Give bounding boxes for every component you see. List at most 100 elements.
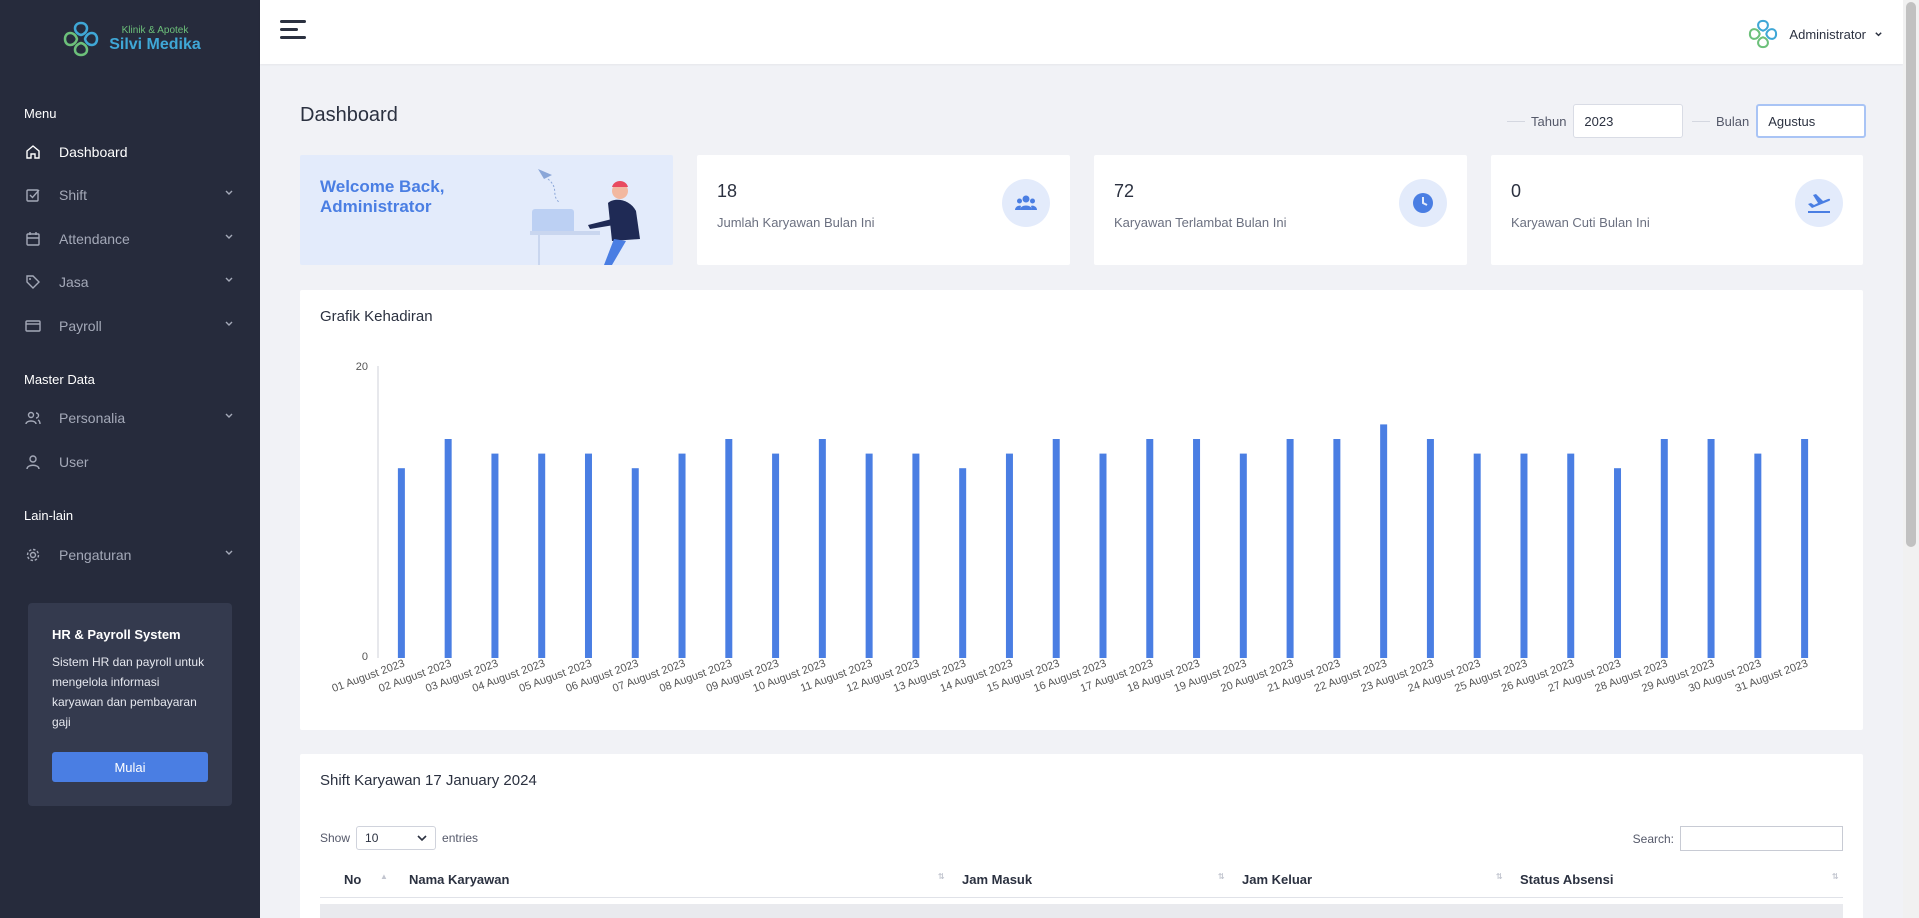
sidebar-item-dashboard[interactable]: Dashboard [0, 132, 260, 172]
home-icon [24, 143, 42, 161]
show-label: Show [320, 831, 351, 845]
user-name: Administrator [1789, 26, 1866, 42]
sidebar-item-payroll[interactable]: Payroll [0, 306, 260, 346]
chart-bar[interactable] [1005, 453, 1013, 658]
month-label: Bulan [1716, 113, 1750, 129]
chart-bar[interactable] [1146, 439, 1154, 658]
chart-bar[interactable] [725, 439, 733, 658]
chart-bar[interactable] [584, 453, 592, 658]
chart-bar[interactable] [678, 453, 686, 658]
shift-table-card: Shift Karyawan 17 January 2024 Show 10 e… [300, 754, 1863, 918]
chart-bar[interactable] [1473, 453, 1481, 658]
welcome-line-2: Administrator [320, 197, 432, 216]
stat-card-leave: 0 Karyawan Cuti Bulan Ini [1491, 155, 1863, 265]
search-input[interactable] [1680, 826, 1843, 851]
sidebar-item-jasa[interactable]: Jasa [0, 262, 260, 302]
entries-value: 10 [365, 831, 379, 845]
section-menu: Menu [24, 106, 57, 121]
brand[interactable]: Klinik & Apotek Silvi Medika [0, 0, 260, 78]
page-title: Dashboard [300, 104, 398, 126]
year-filter: Tahun 2023 [1507, 104, 1684, 138]
attendance-chart: 20 0 01 August 202302 August 202303 Augu… [330, 361, 1809, 695]
month-input[interactable]: Agustus [1756, 104, 1867, 138]
entries-label: entries [442, 831, 479, 845]
chart-bar[interactable] [1286, 439, 1294, 658]
chevron-down-icon [225, 321, 233, 326]
chevron-down-icon [417, 835, 427, 842]
chart-bar[interactable] [1099, 453, 1107, 658]
column-header-jam-masuk[interactable]: Jam Masuk [962, 872, 1032, 887]
chart-bar[interactable] [491, 453, 499, 658]
chart-bar[interactable] [1333, 439, 1341, 658]
chart-bar[interactable] [397, 468, 405, 658]
menu-toggle-icon[interactable] [280, 20, 306, 42]
y-tick-label: 20 [356, 361, 368, 373]
chart-bar[interactable] [1520, 453, 1528, 658]
sidebar-item-pengaturan[interactable]: Pengaturan [0, 535, 260, 575]
entries-select[interactable]: 10 [356, 826, 437, 850]
chart-bar[interactable] [1801, 439, 1809, 658]
clock-icon [1399, 179, 1447, 227]
sort-icon[interactable]: ⇅ [1496, 873, 1503, 881]
year-input[interactable]: 2023 [1573, 104, 1684, 138]
chart-bar[interactable] [1707, 439, 1715, 658]
chevron-down-icon [1875, 31, 1882, 36]
chart-bar[interactable] [444, 439, 452, 658]
entries-length-control: Show 10 entries [320, 826, 478, 850]
sidebar-item-attendance[interactable]: Attendance [0, 219, 260, 259]
chart-bar[interactable] [1052, 439, 1060, 658]
scrollbar-thumb[interactable] [1906, 2, 1916, 547]
chart-bar[interactable] [912, 453, 920, 658]
year-label: Tahun [1531, 113, 1567, 129]
start-button[interactable]: Mulai [52, 752, 208, 782]
column-header-jam-keluar[interactable]: Jam Keluar [1242, 872, 1312, 887]
chart-bar[interactable] [538, 453, 546, 658]
chart-bar[interactable] [631, 468, 639, 658]
y-tick-label: 0 [362, 651, 368, 663]
chart-bar[interactable] [865, 453, 873, 658]
attendance-chart-card: Grafik Kehadiran 20 0 01 August 2023 02 A… [300, 290, 1863, 730]
sidebar-item-label: Personalia [59, 410, 126, 426]
table-row [320, 904, 1843, 918]
chevron-down-icon [225, 413, 233, 418]
chart-bar[interactable] [1614, 468, 1622, 658]
sort-icon[interactable]: ⇅ [1218, 873, 1225, 881]
promo-title: HR & Payroll System [52, 627, 181, 642]
stat-value: 0 [1511, 181, 1522, 201]
column-header-nama[interactable]: Nama Karyawan [409, 872, 509, 887]
sort-icon[interactable]: ▲ [380, 873, 388, 881]
chart-bar[interactable] [1193, 439, 1201, 658]
user-menu[interactable]: Administrator [1745, 16, 1883, 52]
chart-bar[interactable] [1660, 439, 1668, 658]
chart-bar[interactable] [1380, 424, 1388, 658]
clinic-logo-icon [63, 21, 99, 57]
sidebar-item-user[interactable]: User [0, 442, 260, 482]
chart-bar[interactable] [772, 453, 780, 658]
sidebar-item-shift[interactable]: Shift [0, 175, 260, 215]
chart-bar[interactable] [1567, 453, 1575, 658]
sidebar-item-label: Attendance [59, 231, 130, 247]
stat-value: 72 [1114, 181, 1135, 201]
table-header: No ▲ Nama Karyawan ⇅ Jam Masuk ⇅ Jam Kel… [320, 862, 1843, 898]
chevron-down-icon [225, 234, 233, 239]
chart-bar[interactable] [1754, 453, 1762, 658]
month-filter: Bulan Agustus [1692, 104, 1867, 138]
chart-bar[interactable] [1239, 453, 1247, 658]
table-search: Search: [1633, 826, 1843, 851]
tag-icon [24, 273, 42, 291]
worker-illustration [530, 169, 640, 265]
chevron-down-icon [225, 277, 233, 282]
sort-icon[interactable]: ⇅ [938, 873, 945, 881]
chart-bar[interactable] [818, 439, 826, 658]
search-label: Search: [1632, 831, 1674, 846]
sidebar-item-label: Shift [59, 187, 88, 203]
chevron-down-icon [225, 550, 233, 555]
brand-subtitle: Klinik & Apotek [121, 24, 189, 36]
column-header-status[interactable]: Status Absensi [1520, 872, 1613, 887]
sort-icon[interactable]: ⇅ [1832, 873, 1839, 881]
chart-bar[interactable] [959, 468, 967, 658]
page-scrollbar[interactable] [1903, 0, 1919, 918]
column-header-no[interactable]: No [344, 872, 361, 887]
chart-bar[interactable] [1426, 439, 1434, 658]
sidebar-item-personalia[interactable]: Personalia [0, 398, 260, 438]
